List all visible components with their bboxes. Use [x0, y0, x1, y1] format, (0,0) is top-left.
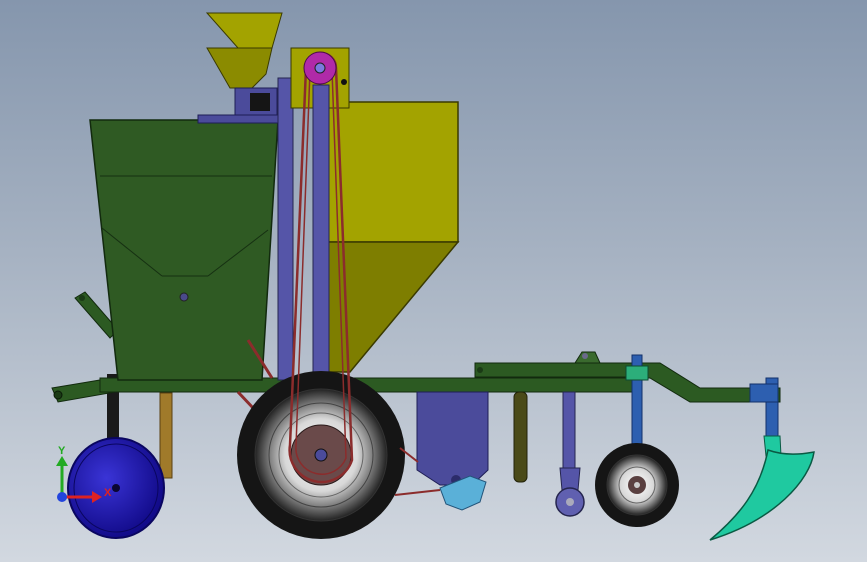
plow-clamp — [749, 383, 779, 403]
drive-post-left — [277, 77, 294, 381]
strut-pin — [79, 295, 85, 301]
press-post — [562, 391, 576, 471]
y-axis-head — [56, 456, 68, 466]
seed-hopper-box — [327, 101, 459, 243]
clamp-bolt — [582, 353, 588, 359]
gauge-clamp — [625, 365, 649, 381]
drive-axle — [314, 448, 328, 462]
cover-tine — [513, 391, 528, 483]
top-sprocket-hub — [314, 62, 326, 74]
press-bracket — [559, 467, 581, 491]
z-axis-dot — [57, 492, 67, 502]
planter-assembly: Y X — [51, 12, 815, 541]
feed-hopper-top — [205, 12, 283, 49]
gear-box-face — [250, 93, 270, 111]
opener-link — [394, 489, 441, 496]
gear-box-plate — [197, 114, 279, 124]
hitch-pin-left — [53, 390, 63, 400]
drive-post-center — [312, 84, 330, 376]
tension-bolt — [341, 79, 347, 85]
cad-viewport[interactable]: Y X — [0, 0, 867, 562]
opener-shank — [416, 391, 489, 486]
press-roller-hub — [566, 498, 574, 506]
gauge-wheel-axle — [634, 482, 640, 488]
ridging-plow — [709, 448, 815, 541]
feed-hopper-chute — [206, 47, 273, 89]
toolbar-pin — [477, 367, 483, 373]
hopper-bolt — [179, 292, 189, 302]
marker-wheel-hub — [112, 484, 120, 492]
y-axis-label: Y — [58, 445, 66, 457]
toolbar-beam — [474, 362, 636, 378]
x-axis-label: X — [104, 487, 112, 499]
depth-peg — [159, 392, 173, 479]
